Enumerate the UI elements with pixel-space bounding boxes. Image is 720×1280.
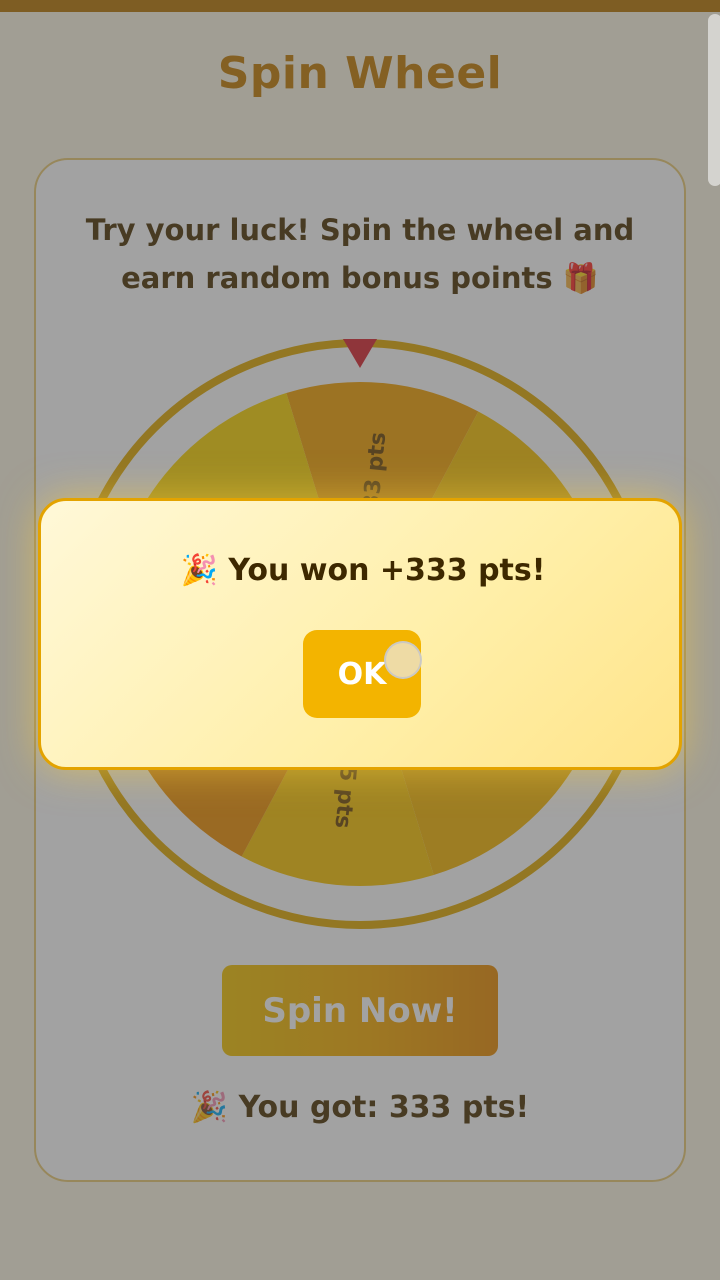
touch-indicator: [384, 641, 422, 679]
win-dialog: 🎉 You won +333 pts! OK: [38, 498, 682, 770]
scrollbar[interactable]: [708, 14, 720, 186]
win-message: 🎉 You won +333 pts!: [180, 553, 546, 588]
